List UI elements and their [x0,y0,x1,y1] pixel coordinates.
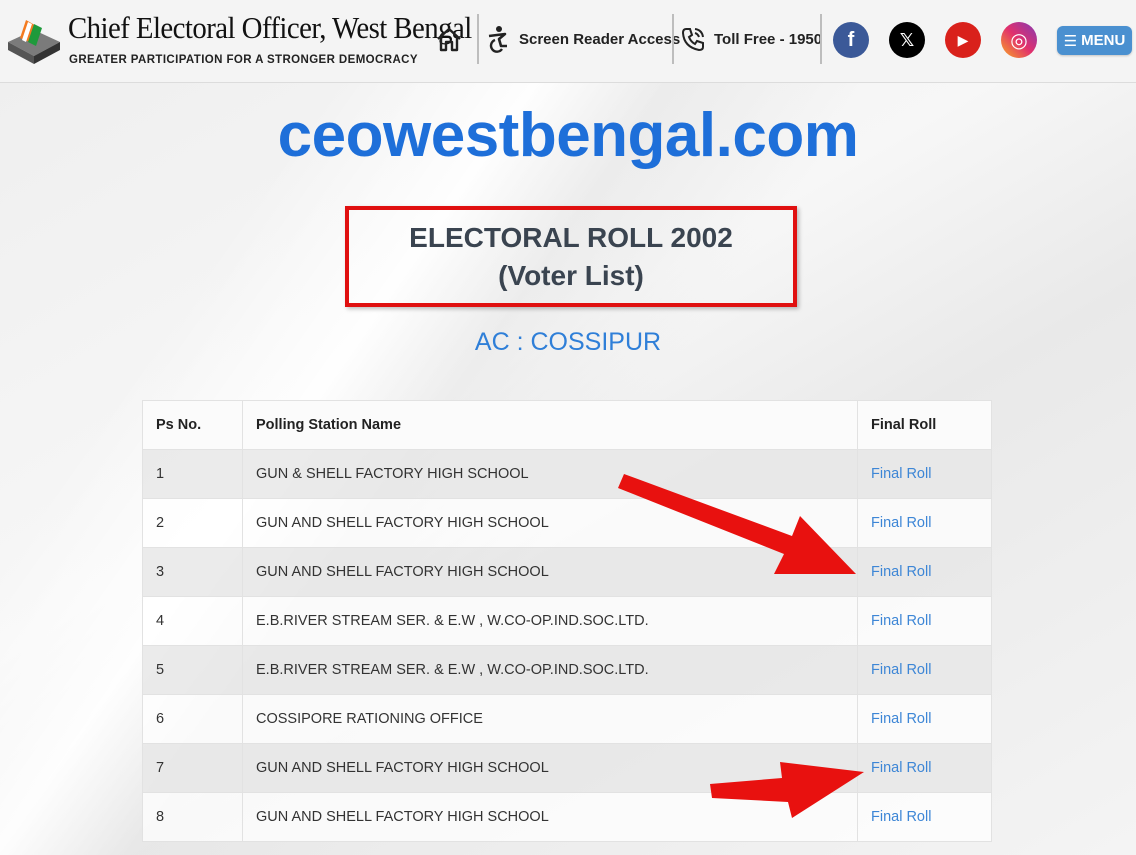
final-roll-link[interactable]: Final Roll [857,498,992,548]
home-icon[interactable] [434,24,464,54]
screen-reader-link[interactable]: Screen Reader Access [485,24,680,54]
annotation-arrow-icon [618,474,856,574]
roll-title: ELECTORAL ROLL 2002 [409,221,733,253]
brand-subtitle: GREATER PARTICIPATION FOR A STRONGER DEM… [69,54,418,66]
ps-number: 7 [142,743,243,793]
x-glyph: 𝕏 [899,29,915,50]
roll-subtitle: (Voter List) [498,259,644,291]
menu-label: MENU [1081,32,1126,49]
nav-separator [672,14,674,64]
table-row: 6 COSSIPORE RATIONING OFFICE Final Roll [142,694,992,744]
column-header-station-name: Polling Station Name [242,400,858,450]
final-roll-link[interactable]: Final Roll [857,645,992,695]
station-name: E.B.RIVER STREAM SER. & E.W , W.CO-OP.IN… [242,645,858,695]
accessibility-icon [488,26,507,53]
brand-title[interactable]: Chief Electoral Officer, West Bengal [68,10,472,46]
ps-number: 4 [142,596,243,646]
site-watermark-title: ceowestbengal.com [277,101,859,170]
final-roll-link[interactable]: Final Roll [857,694,992,744]
ps-number: 2 [142,498,243,548]
menu-button[interactable]: ☰ MENU [1057,26,1132,55]
nav-separator [820,14,822,64]
station-name: COSSIPORE RATIONING OFFICE [242,694,858,744]
facebook-glyph: f [847,28,855,51]
x-icon[interactable]: 𝕏 [889,22,925,58]
instagram-icon[interactable]: ◎ [1001,22,1037,58]
youtube-icon[interactable]: ▶ [945,22,981,58]
election-logo-icon[interactable] [4,12,64,68]
ps-number: 6 [142,694,243,744]
table-row: 1 GUN & SHELL FACTORY HIGH SCHOOL Final … [142,449,992,499]
station-name: E.B.RIVER STREAM SER. & E.W , W.CO-OP.IN… [242,596,858,646]
final-roll-link[interactable]: Final Roll [857,596,992,646]
column-header-ps-no: Ps No. [142,400,243,450]
hamburger-icon: ☰ [1063,32,1078,50]
final-roll-link[interactable]: Final Roll [857,449,992,499]
assembly-constituency-name: AC : COSSIPUR [474,328,662,356]
nav-separator [477,14,479,64]
final-roll-link[interactable]: Final Roll [857,743,992,793]
annotation-arrow-icon [710,762,864,818]
toll-free-link[interactable]: Toll Free - 1950 [680,24,822,54]
youtube-glyph: ▶ [957,31,969,48]
table-row: 4 E.B.RIVER STREAM SER. & E.W , W.CO-OP.… [142,596,992,646]
screen-reader-label: Screen Reader Access [519,30,681,48]
final-roll-link[interactable]: Final Roll [857,547,992,597]
column-header-final-roll: Final Roll [857,400,992,450]
ps-number: 3 [142,547,243,597]
electoral-roll-heading: ELECTORAL ROLL 2002 (Voter List) [345,206,797,307]
final-roll-link[interactable]: Final Roll [857,792,992,842]
ps-number: 8 [142,792,243,842]
instagram-glyph: ◎ [1010,29,1028,52]
phone-icon [681,28,704,52]
table-header-row: Ps No. Polling Station Name Final Roll [142,400,992,450]
table-row: 2 GUN AND SHELL FACTORY HIGH SCHOOL Fina… [142,498,992,548]
ps-number: 5 [142,645,243,695]
table-row: 3 GUN AND SHELL FACTORY HIGH SCHOOL Fina… [142,547,992,597]
table-row: 5 E.B.RIVER STREAM SER. & E.W , W.CO-OP.… [142,645,992,695]
facebook-icon[interactable]: f [833,22,869,58]
ps-number: 1 [142,449,243,499]
toll-free-label: Toll Free - 1950 [714,30,823,48]
site-header: Chief Electoral Officer, West Bengal GRE… [0,0,1136,83]
